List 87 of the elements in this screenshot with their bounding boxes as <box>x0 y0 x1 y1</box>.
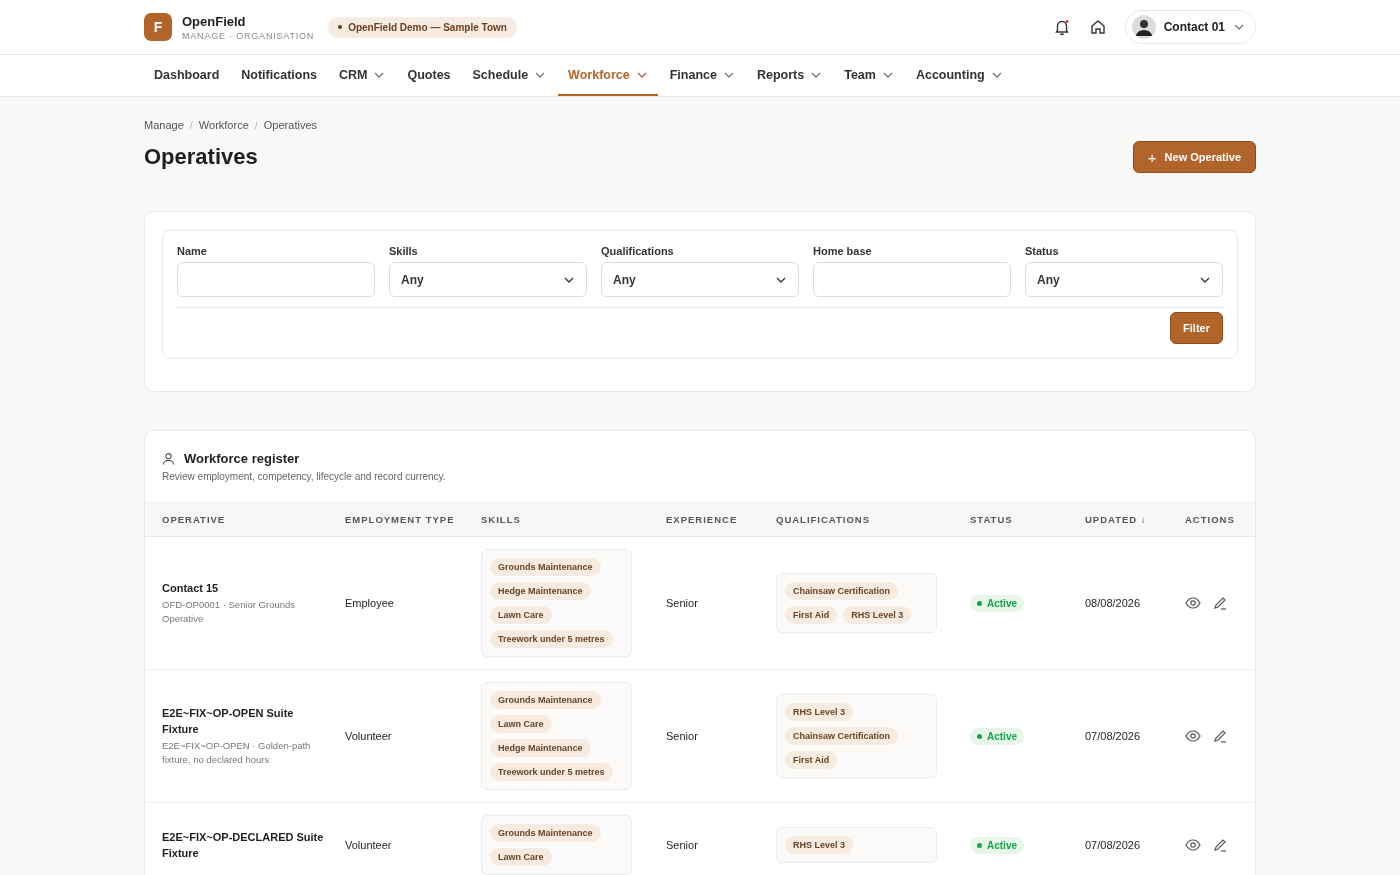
skill-tag: Lawn Care <box>490 606 552 624</box>
avatar-icon <box>1131 15 1156 39</box>
view-icon[interactable] <box>1185 839 1201 852</box>
nav-tab[interactable]: Accounting <box>905 55 1013 96</box>
skill-tag: Treework under 5 metres <box>490 763 613 781</box>
column-header: OPERATIVE <box>162 514 226 525</box>
qualification-tag: First Aid <box>785 751 838 769</box>
bell-icon[interactable] <box>1052 18 1071 36</box>
view-icon[interactable] <box>1185 730 1201 743</box>
filter-label: Qualifications <box>601 245 675 257</box>
table-cell: 07/08/2026 <box>1085 839 1141 851</box>
status-badge: Active <box>970 727 1024 745</box>
select-field[interactable]: Any <box>389 262 587 297</box>
column-header: EXPERIENCE <box>666 514 738 525</box>
table-cell: Volunteer <box>345 839 392 851</box>
logo-mark: F <box>144 13 172 41</box>
breadcrumb-link[interactable]: Workforce <box>198 119 249 131</box>
table-cell: Volunteer <box>345 730 392 742</box>
new-operative-button[interactable]: + New Operative <box>1132 141 1256 173</box>
nav-tab[interactable]: Notifications <box>231 55 327 96</box>
register-description: Review employment, competency, lifecycle and record currency. <box>162 471 447 482</box>
skill-tag: Treework under 5 metres <box>490 630 613 648</box>
skill-tag: Hedge Maintenance <box>490 739 591 757</box>
select-field[interactable]: Any <box>601 262 799 297</box>
input-field[interactable] <box>813 262 1011 297</box>
table-cell: Senior <box>666 839 698 851</box>
nav-tab[interactable]: Quotes <box>397 55 461 96</box>
input-field[interactable] <box>177 262 375 297</box>
table-cell: 07/08/2026 <box>1085 730 1141 742</box>
person-icon <box>162 452 175 465</box>
operative-name: E2E~FIX~OP-DECLARED Suite Fixture <box>162 830 325 861</box>
qualification-tag: RHS Level 3 <box>785 836 854 854</box>
nav-tab[interactable]: Team <box>834 55 904 96</box>
filter-label: Status <box>1025 245 1060 257</box>
nav-tab[interactable]: Finance <box>659 55 745 96</box>
column-header: EMPLOYMENT TYPE <box>345 514 455 525</box>
app-name: OpenField <box>182 13 247 29</box>
column-header: STATUS <box>970 514 1013 525</box>
qualification-tag: RHS Level 3 <box>785 703 854 721</box>
organisation-badge[interactable]: OpenField Demo — Sample Town <box>328 16 517 38</box>
skill-tag: Grounds Maintenance <box>490 824 601 842</box>
register-title: Workforce register <box>184 451 300 466</box>
user-menu-button[interactable]: Contact 01 <box>1124 10 1256 44</box>
edit-icon[interactable] <box>1213 596 1227 611</box>
skill-tag: Grounds Maintenance <box>490 558 601 576</box>
skill-tag: Grounds Maintenance <box>490 691 601 709</box>
qualification-tag: RHS Level 3 <box>843 606 912 624</box>
status-badge: Active <box>970 836 1024 854</box>
select-field[interactable]: Any <box>1025 262 1223 297</box>
breadcrumb-link[interactable]: Manage <box>144 119 184 131</box>
operative-detail: OFD-OP0001 · Senior Grounds Operative <box>162 598 297 626</box>
filter-label: Name <box>177 245 208 257</box>
skill-tag: Hedge Maintenance <box>490 582 591 600</box>
column-header: SKILLS <box>481 514 521 525</box>
nav-tab[interactable]: Workforce <box>558 55 658 96</box>
status-badge: Active <box>970 594 1024 612</box>
skill-tag: Lawn Care <box>490 848 552 866</box>
operative-detail: E2E~FIX~OP-OPEN · Golden-path fixture, no declared hours <box>162 739 312 767</box>
app-subtitle: MANAGE · ORGANISATION <box>182 30 315 41</box>
qualification-tag: First Aid <box>785 606 838 624</box>
breadcrumb-separator: / <box>254 119 258 131</box>
table-cell: Senior <box>666 730 698 742</box>
operative-name: Contact 15 <box>162 581 220 596</box>
breadcrumb-current: Operatives <box>263 119 317 131</box>
nav-tab[interactable]: CRM <box>329 55 396 96</box>
filter-button[interactable]: Filter <box>1170 312 1223 344</box>
skill-tag: Lawn Care <box>490 715 552 733</box>
table-cell: 08/08/2026 <box>1085 597 1141 609</box>
column-header[interactable]: UPDATED ↓ <box>1085 514 1147 525</box>
operative-name: E2E~FIX~OP-OPEN Suite Fixture <box>162 706 295 737</box>
filter-label: Home base <box>813 245 873 257</box>
column-header: ACTIONS <box>1185 514 1235 525</box>
table-cell: Employee <box>345 597 394 609</box>
column-header: QUALIFICATIONS <box>776 514 871 525</box>
nav-tab[interactable]: Reports <box>746 55 833 96</box>
edit-icon[interactable] <box>1213 729 1227 744</box>
home-icon[interactable] <box>1088 18 1107 36</box>
qualification-tag: Chainsaw Certification <box>785 727 899 745</box>
view-icon[interactable] <box>1185 597 1201 610</box>
qualification-tag: Chainsaw Certification <box>785 582 899 600</box>
nav-tab[interactable]: Schedule <box>462 55 557 96</box>
table-cell: Senior <box>666 597 698 609</box>
filter-label: Skills <box>389 245 419 257</box>
nav-tab[interactable]: Dashboard <box>144 55 230 96</box>
breadcrumb-separator: / <box>189 119 193 131</box>
page-title: Operatives <box>144 144 258 170</box>
edit-icon[interactable] <box>1213 838 1227 853</box>
